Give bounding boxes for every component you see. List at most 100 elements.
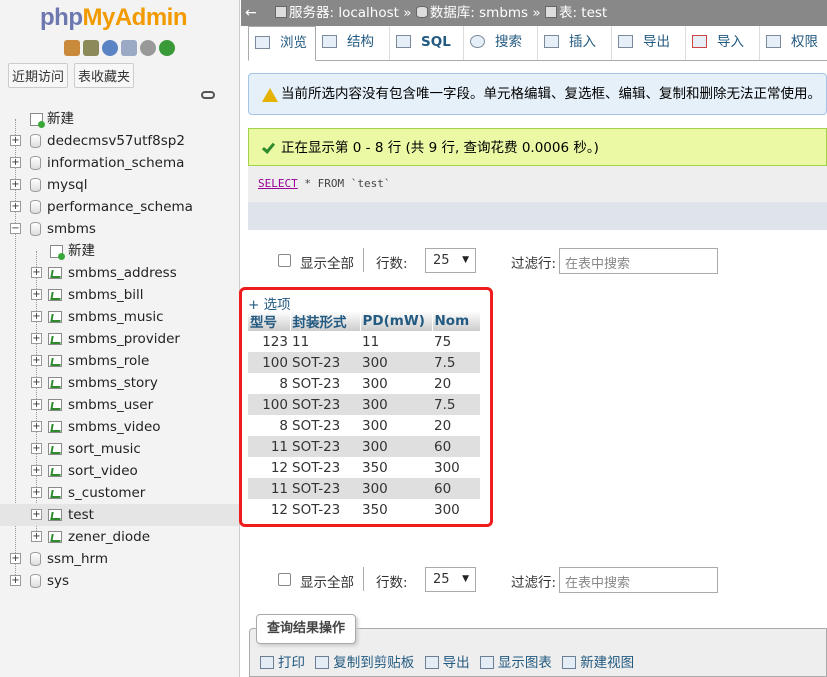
expand-icon[interactable]: +: [31, 531, 42, 542]
query-ops-links: 打印 复制到剪贴板 导出 显示图表 新建视图: [260, 651, 640, 671]
export-icon: [424, 656, 439, 669]
tree-table-smbms_video[interactable]: + smbms_video: [0, 416, 239, 438]
tree-table-smbms_story[interactable]: + smbms_story: [0, 372, 239, 394]
expand-icon[interactable]: +: [31, 377, 42, 388]
rows-select[interactable]: 25: [425, 567, 476, 592]
tab-browse[interactable]: 浏览: [248, 26, 316, 61]
home-icon[interactable]: [64, 40, 80, 56]
sql-keyword[interactable]: SELECT: [258, 177, 298, 190]
tree-table-sort_video[interactable]: + sort_video: [0, 460, 239, 482]
expand-icon[interactable]: +: [31, 267, 42, 278]
tree-database-performance_schema[interactable]: + performance_schema: [0, 196, 239, 218]
expand-icon[interactable]: +: [31, 421, 42, 432]
show-all-checkbox[interactable]: [278, 573, 291, 586]
expand-icon[interactable]: −: [10, 223, 21, 234]
expand-icon[interactable]: +: [31, 311, 42, 322]
display-chart-link[interactable]: 显示图表: [479, 655, 552, 671]
tree-table-test[interactable]: + test: [0, 504, 239, 526]
reload-icon[interactable]: [159, 40, 175, 56]
table-icon: [48, 443, 62, 455]
database-label: dedecmsv57utf8sp2: [47, 133, 185, 149]
export-link[interactable]: 导出: [424, 655, 470, 671]
print-link[interactable]: 打印: [260, 655, 305, 671]
tree-table-sort_music[interactable]: + sort_music: [0, 438, 239, 460]
table-label: smbms_story: [68, 375, 158, 391]
search-icon: [470, 35, 485, 48]
tree-table-smbms_user[interactable]: + smbms_user: [0, 394, 239, 416]
show-all-label[interactable]: 显示全部: [300, 571, 354, 591]
recent-tab[interactable]: 近期访问: [8, 63, 69, 88]
tree-database-information_schema[interactable]: + information_schema: [0, 152, 239, 174]
database-icon: [30, 178, 41, 192]
tab-search[interactable]: 搜索: [464, 26, 538, 60]
table-icon: [48, 399, 62, 411]
gear-icon[interactable]: [140, 40, 156, 56]
expand-icon[interactable]: +: [31, 487, 42, 498]
server-icon: [275, 6, 287, 18]
tab-export[interactable]: 导出: [612, 26, 686, 60]
tree-smbms-new-table[interactable]: 新建: [0, 240, 239, 262]
tree-table-smbms_bill[interactable]: + smbms_bill: [0, 284, 239, 306]
copy-clipboard-link[interactable]: 复制到剪贴板: [315, 655, 414, 671]
crumb-server[interactable]: 服务器: localhost: [289, 5, 399, 21]
tree-table-smbms_address[interactable]: + smbms_address: [0, 262, 239, 284]
exit-icon[interactable]: [83, 40, 99, 56]
tree-table-smbms_music[interactable]: + smbms_music: [0, 306, 239, 328]
expand-icon[interactable]: +: [31, 465, 42, 476]
crumb-separator: »: [532, 5, 541, 21]
tree-database-sys[interactable]: + sys: [0, 570, 239, 592]
new-table-label: 新建: [68, 243, 95, 259]
tree-table-zener_diode[interactable]: + zener_diode: [0, 526, 239, 548]
tab-privileges[interactable]: 权限: [760, 26, 827, 60]
tab-label: 导入: [717, 34, 744, 50]
expand-icon[interactable]: +: [31, 333, 42, 344]
tree-table-s_customer[interactable]: + s_customer: [0, 482, 239, 504]
expand-icon[interactable]: +: [10, 201, 21, 212]
table-label: smbms_role: [68, 353, 150, 369]
tree-table-smbms_provider[interactable]: + smbms_provider: [0, 328, 239, 350]
tab-insert[interactable]: 插入: [538, 26, 612, 60]
tree-new-database[interactable]: 新建: [0, 108, 239, 130]
expand-icon[interactable]: +: [10, 157, 21, 168]
favorites-tab[interactable]: 表收藏夹: [74, 63, 135, 88]
show-all-label[interactable]: 显示全部: [300, 252, 354, 272]
export-icon: [618, 35, 633, 48]
tree-database-smbms[interactable]: − smbms: [0, 218, 239, 240]
rows-select[interactable]: 25: [425, 248, 476, 273]
tree-table-smbms_role[interactable]: + smbms_role: [0, 350, 239, 372]
help-icon[interactable]: [102, 40, 118, 56]
expand-icon[interactable]: +: [10, 553, 21, 564]
expand-icon[interactable]: +: [31, 355, 42, 366]
phpmyadmin-logo[interactable]: phpMyAdmin: [40, 4, 187, 32]
tab-sql[interactable]: SQL: [390, 26, 464, 60]
navigation-controls-bottom: 显示全部 行数: 25 过滤行: 在表中搜索: [278, 567, 727, 593]
docs-icon[interactable]: [121, 40, 137, 56]
collapse-arrow-icon[interactable]: ←: [245, 0, 257, 26]
tree-database-ssm_hrm[interactable]: + ssm_hrm: [0, 548, 239, 570]
crumb-table[interactable]: 表: test: [559, 5, 607, 21]
tab-structure[interactable]: 结构: [316, 26, 390, 60]
filter-input[interactable]: 在表中搜索: [559, 248, 718, 274]
tree-database-dedecmsv57utf8sp2[interactable]: + dedecmsv57utf8sp2: [0, 130, 239, 152]
filter-input[interactable]: 在表中搜索: [559, 567, 718, 593]
table-label: smbms_music: [68, 309, 164, 325]
expand-icon[interactable]: +: [31, 289, 42, 300]
expand-icon[interactable]: +: [10, 179, 21, 190]
breadcrumb: 服务器: localhost » 数据库: smbms » 表: test: [275, 0, 607, 26]
tree-database-mysql[interactable]: + mysql: [0, 174, 239, 196]
expand-icon[interactable]: +: [31, 399, 42, 410]
table-label: s_customer: [68, 485, 146, 501]
clipboard-icon: [315, 656, 330, 669]
insert-icon: [544, 35, 559, 48]
expand-icon[interactable]: +: [10, 575, 21, 586]
expand-icon[interactable]: +: [31, 509, 42, 520]
sql-icon: [396, 35, 411, 48]
expand-icon[interactable]: +: [10, 135, 21, 146]
create-view-link[interactable]: 新建视图: [562, 655, 634, 671]
tab-import[interactable]: 导入: [686, 26, 760, 60]
show-all-checkbox[interactable]: [278, 254, 291, 267]
expand-icon[interactable]: +: [31, 443, 42, 454]
link-icon[interactable]: [201, 91, 215, 99]
database-label: smbms: [47, 221, 96, 237]
crumb-database[interactable]: 数据库: smbms: [430, 5, 528, 21]
